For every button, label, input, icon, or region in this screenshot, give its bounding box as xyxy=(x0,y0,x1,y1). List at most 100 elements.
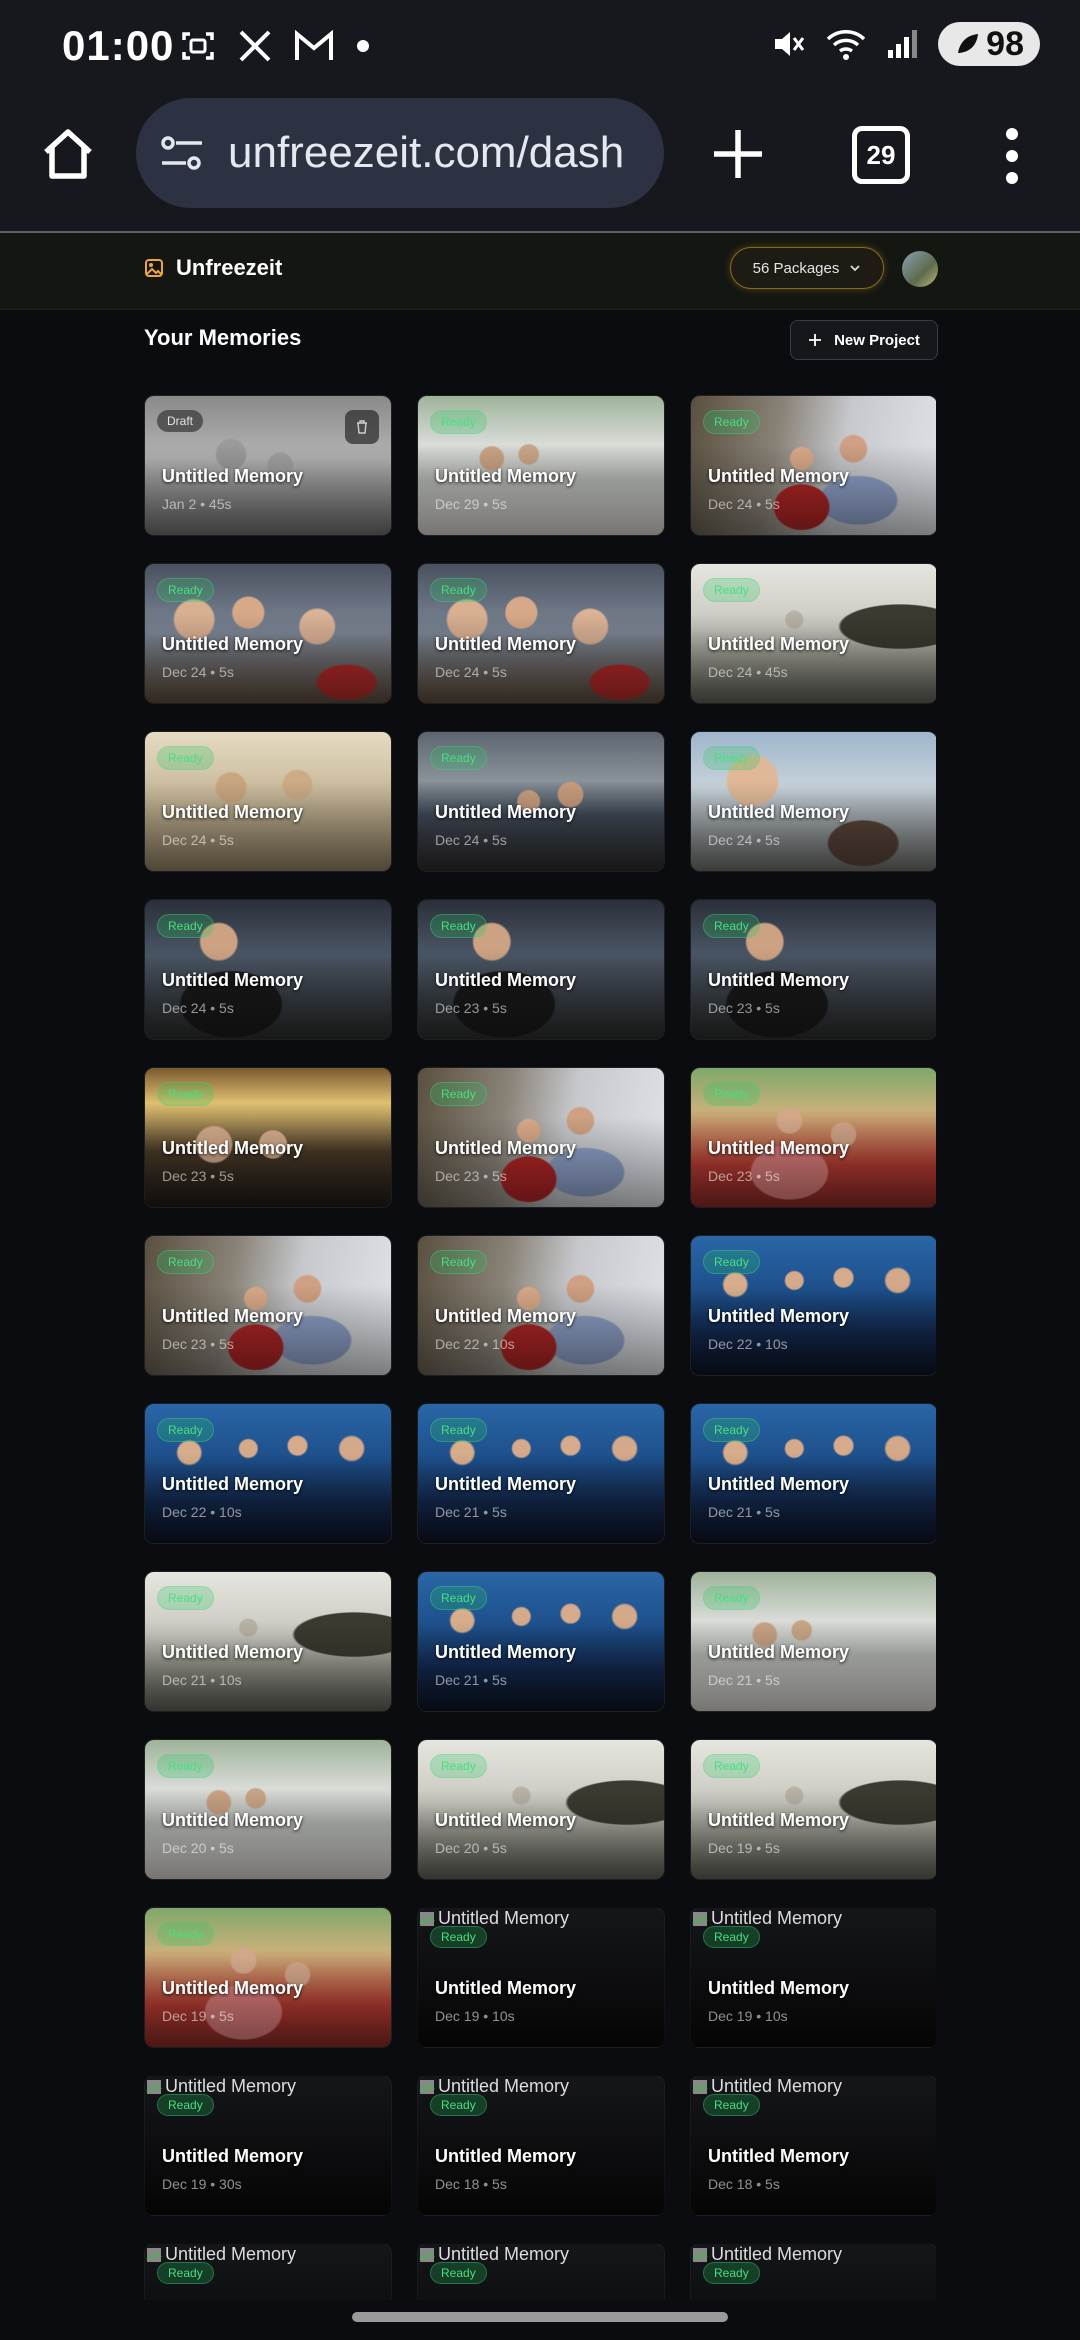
memory-meta: Dec 19 • 30s xyxy=(162,2176,242,2192)
more-menu-icon[interactable] xyxy=(1000,124,1024,188)
memory-meta: Dec 21 • 5s xyxy=(435,1672,507,1688)
new-tab-icon[interactable] xyxy=(708,124,768,184)
memory-title: Untitled Memory xyxy=(708,1138,850,1158)
memory-card[interactable]: Ready Untitled Memory Dec 24 • 5s xyxy=(144,899,392,1040)
status-badge: Ready xyxy=(430,1418,487,1442)
memory-meta: Dec 23 • 5s xyxy=(162,1336,234,1352)
memory-card[interactable]: Ready Untitled Memory Dec 24 • 5s xyxy=(417,731,665,872)
broken-image-icon xyxy=(692,2247,708,2262)
memory-meta: Dec 18 • 5s xyxy=(708,2176,780,2192)
memory-card[interactable]: Ready Untitled Memory Dec 24 • 5s xyxy=(417,563,665,704)
memory-card[interactable]: Ready Untitled Memory Dec 20 • 5s xyxy=(417,1739,665,1880)
delete-button[interactable] xyxy=(345,410,379,444)
memory-meta: Dec 19 • 10s xyxy=(708,2008,788,2024)
home-icon[interactable] xyxy=(38,124,98,184)
memory-card[interactable]: Ready Untitled Memory Dec 24 • 5s xyxy=(144,563,392,704)
memory-title: Untitled Memory xyxy=(708,802,850,822)
brand-name: Unfreezeit xyxy=(176,255,283,280)
section-title: Your Memories xyxy=(144,325,302,350)
memory-card[interactable]: Ready Untitled Memory Dec 22 • 10s xyxy=(417,1235,665,1376)
memory-card[interactable]: Ready Untitled Memory Dec 24 • 5s xyxy=(144,731,392,872)
memory-card[interactable]: Ready Untitled Memory Dec 21 • 10s xyxy=(144,1571,392,1712)
trash-icon xyxy=(357,420,367,434)
memory-card[interactable]: Ready Untitled Memory Dec 19 • 5s xyxy=(144,1907,392,2048)
status-badge: Ready xyxy=(157,2262,214,2284)
status-badge: Ready xyxy=(703,914,760,938)
status-badge: Ready xyxy=(157,1082,214,1106)
status-badge: Ready xyxy=(157,914,214,938)
memory-card[interactable]: Ready Untitled Memory Dec 23 • 5s xyxy=(417,1067,665,1208)
memory-title: Untitled Memory xyxy=(162,1978,304,1998)
memory-card[interactable]: Ready Untitled Memory Dec 21 • 5s xyxy=(417,1403,665,1544)
memory-meta: Dec 19 • 10s xyxy=(435,2008,515,2024)
status-badge: Ready xyxy=(703,2262,760,2284)
memory-card[interactable]: Ready Untitled Memory Dec 21 • 5s xyxy=(690,1403,936,1544)
memory-title: Untitled Memory xyxy=(435,1642,577,1662)
memory-card[interactable]: Ready Untitled Memory Dec 23 • 5s xyxy=(690,899,936,1040)
memory-card[interactable]: Untitled Memory Ready Untitled Memory Dec 1… xyxy=(690,2075,936,2216)
memory-card[interactable]: Ready Untitled Memory Dec 22 • 10s xyxy=(144,1403,392,1544)
status-badge: Ready xyxy=(157,578,214,602)
packages-button[interactable]: 56 Packages xyxy=(730,247,884,289)
memory-card[interactable]: Untitled MemoryReadyUntitled Memory xyxy=(144,2243,392,2300)
memory-card[interactable]: Ready Untitled Memory Dec 29 • 5s xyxy=(417,395,665,536)
memory-card[interactable]: Ready Untitled Memory Dec 21 • 5s xyxy=(690,1571,936,1712)
memory-meta: Dec 21 • 5s xyxy=(435,1504,507,1520)
memory-card[interactable]: Ready Untitled Memory Dec 23 • 5s xyxy=(144,1067,392,1208)
memory-card[interactable]: Ready Untitled Memory Dec 23 • 5s xyxy=(144,1235,392,1376)
status-badge: Ready xyxy=(157,1754,214,1778)
memory-card[interactable]: Untitled Memory Ready Untitled Memory Dec 1… xyxy=(417,2075,665,2216)
battery-indicator: 98 xyxy=(938,22,1040,66)
memory-title: Untitled Memory xyxy=(435,970,577,990)
site-settings-icon[interactable] xyxy=(158,129,206,177)
memory-card[interactable]: Ready Untitled Memory Dec 19 • 5s xyxy=(690,1739,936,1880)
memory-card[interactable]: Untitled Memory Ready Untitled Memory Dec 1… xyxy=(144,2075,392,2216)
memory-meta: Dec 23 • 5s xyxy=(708,1000,780,1016)
broken-image-icon xyxy=(419,2247,435,2262)
memory-card[interactable]: Untitled Memory Ready Untitled Memory Dec 1… xyxy=(417,1907,665,2048)
memory-title: Untitled Memory xyxy=(708,1306,850,1326)
memory-meta: Dec 22 • 10s xyxy=(708,1336,788,1352)
address-bar[interactable]: unfreezeit.com/dash xyxy=(136,98,664,208)
memory-card[interactable]: Ready Untitled Memory Dec 20 • 5s xyxy=(144,1739,392,1880)
home-indicator[interactable] xyxy=(352,2312,728,2322)
tab-switcher-button[interactable]: 29 xyxy=(852,126,910,184)
memory-title: Untitled Memory xyxy=(162,2146,304,2166)
brand-logo[interactable]: Unfreezeit xyxy=(144,255,282,281)
system-icons: 98 xyxy=(770,22,1040,66)
status-badge: Ready xyxy=(157,1418,214,1442)
wifi-icon xyxy=(826,30,866,60)
memory-card[interactable]: Draft Untitled Memory Jan 2 • 45s xyxy=(144,395,392,536)
status-badge: Ready xyxy=(430,1926,487,1948)
memory-title: Untitled Memory xyxy=(162,634,304,654)
status-badge: Ready xyxy=(157,1586,214,1610)
memory-card[interactable]: Ready Untitled Memory Dec 24 • 5s xyxy=(690,395,936,536)
memory-card[interactable]: Ready Untitled Memory Dec 22 • 10s xyxy=(690,1235,936,1376)
memory-title: Untitled Memory xyxy=(162,1474,304,1494)
memory-title: Untitled Memory xyxy=(708,2146,850,2166)
memory-card[interactable]: Untitled MemoryReadyUntitled Memory xyxy=(417,2243,665,2300)
memory-meta: Jan 2 • 45s xyxy=(162,496,232,512)
signal-icon xyxy=(888,30,918,58)
memory-meta: Dec 22 • 10s xyxy=(162,1504,242,1520)
memory-card[interactable]: Ready Untitled Memory Dec 21 • 5s xyxy=(417,1571,665,1712)
status-badge: Ready xyxy=(430,578,487,602)
memory-title: Untitled Memory xyxy=(435,2146,577,2166)
memory-title: Untitled Memory xyxy=(435,466,577,486)
status-badge: Ready xyxy=(157,746,214,770)
memory-meta: Dec 23 • 5s xyxy=(435,1168,507,1184)
memory-card[interactable]: Ready Untitled Memory Dec 24 • 45s xyxy=(690,563,936,704)
memory-title: Untitled Memory xyxy=(708,466,850,486)
memory-title: Untitled Memory xyxy=(708,1642,850,1662)
broken-image-icon xyxy=(146,2247,162,2262)
memory-card[interactable]: Untitled MemoryReadyUntitled Memory xyxy=(690,2243,936,2300)
memory-card[interactable]: Ready Untitled Memory Dec 23 • 5s xyxy=(417,899,665,1040)
broken-image-icon xyxy=(146,2079,162,2094)
avatar[interactable] xyxy=(902,251,938,287)
memory-card[interactable]: Untitled Memory Ready Untitled Memory Dec 1… xyxy=(690,1907,936,2048)
new-project-button[interactable]: New Project xyxy=(790,320,938,360)
memory-card[interactable]: Ready Untitled Memory Dec 24 • 5s xyxy=(690,731,936,872)
memory-card[interactable]: Ready Untitled Memory Dec 23 • 5s xyxy=(690,1067,936,1208)
url-text[interactable]: unfreezeit.com/dash xyxy=(228,128,624,178)
status-badge: Ready xyxy=(703,1250,760,1274)
